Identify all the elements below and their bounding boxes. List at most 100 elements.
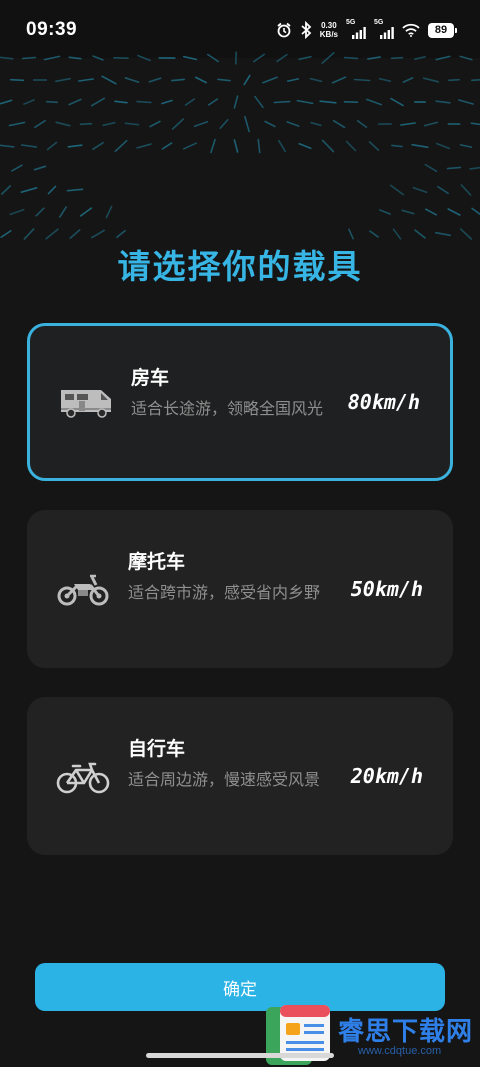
status-time: 09:39	[26, 19, 78, 40]
decorative-dash	[309, 77, 323, 83]
decorative-dash	[343, 56, 359, 60]
decorative-dash	[412, 186, 428, 194]
decorative-dash	[90, 97, 106, 107]
bluetooth-icon	[301, 21, 312, 39]
decorative-dash	[124, 122, 140, 126]
decorative-dash	[91, 229, 105, 239]
decorative-dash	[414, 229, 426, 239]
decorative-dash	[68, 98, 82, 106]
decorative-dash	[367, 56, 381, 60]
decorative-dash	[319, 100, 337, 104]
decorative-dash	[296, 99, 314, 105]
decorative-dash	[43, 55, 61, 61]
decorative-dash	[244, 115, 250, 133]
vehicle-card-motorcycle[interactable]: 摩托车 适合跨市游，感受省内乡野 50km/h	[27, 510, 453, 668]
decorative-dash	[171, 118, 185, 130]
decorative-dash	[0, 56, 14, 60]
decorative-dash	[59, 206, 67, 218]
decorative-dash	[437, 185, 449, 195]
vehicle-speed: 50km/h	[350, 577, 423, 601]
decorative-dash	[92, 141, 104, 151]
decorative-dash	[0, 185, 11, 195]
watermark-text: 睿思下载网	[338, 1017, 474, 1047]
decorative-dash	[79, 207, 93, 217]
decorative-dash	[233, 139, 239, 153]
decorative-dash	[447, 208, 461, 216]
signal-2-label: 5G	[374, 19, 384, 26]
decorative-dash	[446, 166, 462, 170]
decorative-dash	[286, 121, 300, 127]
decorative-dash	[217, 78, 231, 82]
decorative-dash	[402, 77, 414, 83]
vehicle-description: 适合周边游，慢速感受风景	[128, 770, 321, 789]
decorative-dash	[435, 55, 451, 61]
decorative-dash	[92, 55, 104, 61]
home-indicator[interactable]	[146, 1053, 334, 1058]
decorative-dash	[78, 78, 94, 82]
decorative-dash	[210, 138, 216, 154]
decorative-dash	[277, 139, 287, 153]
battery-indicator: 89	[428, 22, 457, 38]
decorative-dash	[45, 228, 59, 240]
bicycle-icon	[56, 762, 110, 794]
decorative-dash	[136, 143, 152, 149]
decorative-dash	[390, 97, 404, 107]
decorative-dash	[348, 228, 354, 240]
decorative-dash	[368, 141, 380, 151]
decorative-dash	[66, 188, 84, 192]
decorative-dash	[243, 74, 251, 86]
decorative-dash	[471, 207, 480, 216]
decorative-dash	[79, 122, 93, 126]
decorative-dash	[124, 77, 140, 83]
decorative-dash	[0, 230, 12, 238]
decorative-dash	[435, 100, 451, 104]
decorative-dash	[20, 144, 38, 148]
decorative-dash	[148, 77, 162, 83]
vehicle-description: 适合跨市游，感受省内乡野	[128, 583, 321, 602]
decorative-dash	[423, 121, 439, 127]
decorative-dash	[356, 120, 368, 128]
decorative-dash	[391, 144, 403, 148]
decorative-dash	[114, 139, 128, 153]
decorative-dash	[68, 56, 82, 60]
decorative-dash	[298, 55, 312, 61]
decorative-dash	[310, 121, 322, 127]
decorative-dash	[207, 53, 219, 63]
vehicle-card-bicycle[interactable]: 自行车 适合周边游，慢速感受风景 20km/h	[27, 697, 453, 855]
network-speed-unit: KB/s	[319, 30, 338, 39]
decorative-dash	[369, 230, 379, 238]
decorative-dash	[9, 208, 25, 216]
decorative-dash	[470, 122, 480, 126]
decorative-dash	[46, 141, 58, 151]
decorative-dash	[23, 228, 35, 240]
network-speed-value: 0.30	[321, 21, 337, 30]
decorative-dash	[0, 99, 13, 105]
decorative-dash	[424, 208, 438, 216]
decorative-dash	[33, 165, 47, 171]
decorative-dash	[434, 231, 452, 237]
decorative-dash	[390, 56, 404, 60]
decorative-dash	[55, 121, 71, 127]
decorative-dash	[276, 53, 288, 63]
decorative-dash	[257, 138, 261, 154]
decorative-dash	[0, 144, 15, 148]
decorative-dash	[233, 95, 239, 109]
signal-1: 5G	[346, 19, 366, 40]
vehicle-card-rv[interactable]: 房车 适合长途游，领略全国风光 80km/h	[27, 323, 453, 481]
decorative-dash	[459, 228, 473, 240]
decorative-dash	[171, 78, 185, 82]
decorative-dash	[422, 77, 440, 83]
decorative-dash	[469, 166, 480, 170]
vehicle-speed: 80km/h	[347, 390, 420, 414]
decorative-dash	[435, 142, 451, 150]
alarm-icon	[277, 22, 291, 38]
decorative-dash	[459, 55, 473, 61]
vehicle-speed: 20km/h	[350, 764, 423, 788]
rv-icon	[61, 390, 111, 418]
decorative-dash	[102, 121, 116, 127]
decorative-dash	[379, 209, 391, 215]
page-title: 请选择你的载具	[117, 247, 363, 286]
decorative-dash	[401, 209, 415, 215]
decorative-dash	[35, 207, 45, 217]
decorative-dash	[392, 228, 402, 240]
